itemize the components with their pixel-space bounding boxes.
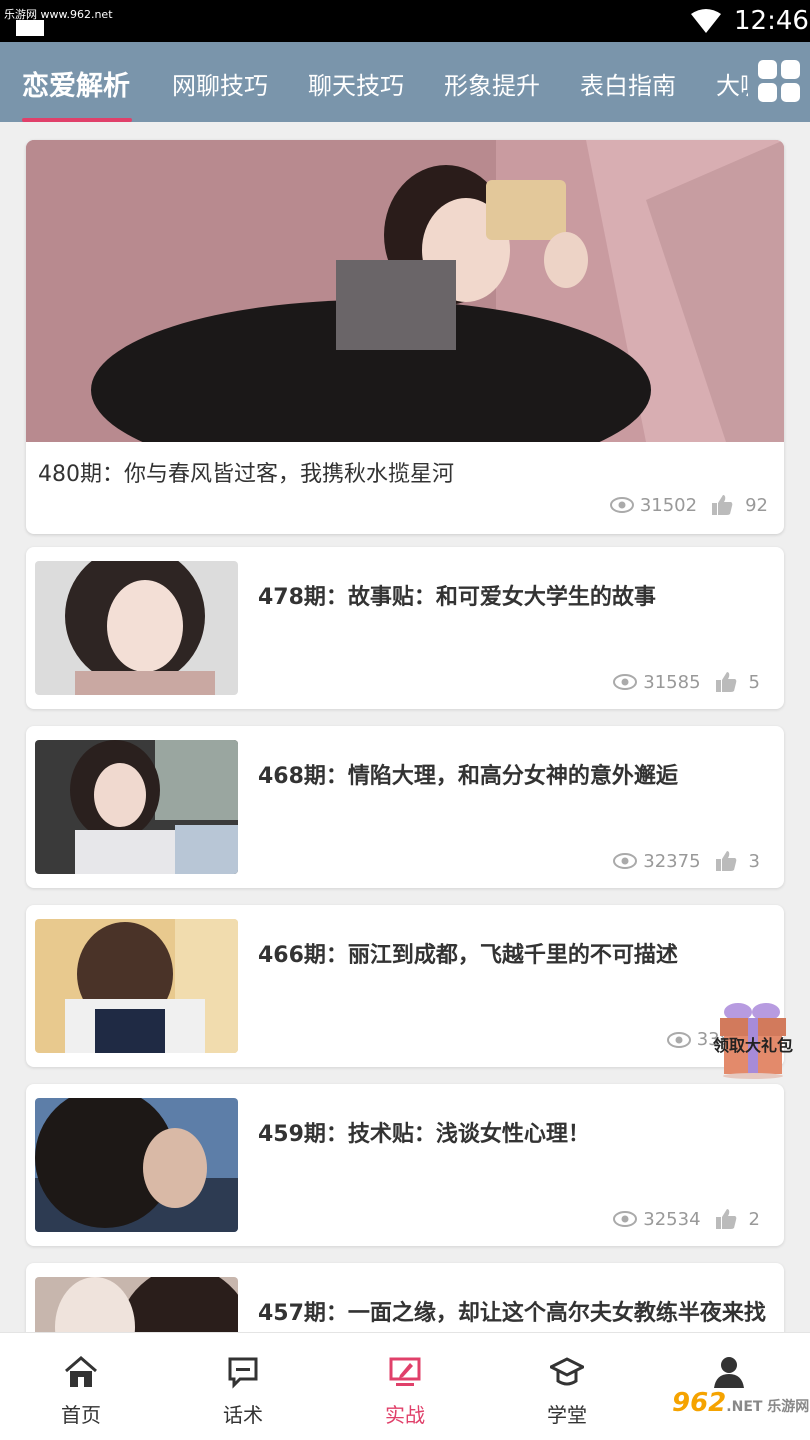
nav-practice[interactable]: 实战: [324, 1333, 486, 1440]
nav-school[interactable]: 学堂: [486, 1333, 648, 1440]
article-stats: 32534 2: [613, 1208, 760, 1230]
status-bar: 乐游网 www.962.net 12:46: [0, 0, 810, 42]
article-card[interactable]: 468期：情陷大理，和高分女神的意外邂逅 32375 3: [26, 726, 784, 888]
article-list: 480期：你与春风皆过客，我携秋水揽星河 31502 92 478期：故事贴：和…: [0, 122, 810, 1332]
article-title: 478期：故事贴：和可爱女大学生的故事: [258, 585, 656, 610]
eye-icon: [666, 1031, 691, 1048]
article-card[interactable]: 466期：丽江到成都，飞越千里的不可描述 33822: [26, 905, 784, 1067]
nav-scripts[interactable]: 话术: [162, 1333, 324, 1440]
views-count: 31585: [643, 671, 701, 693]
article-thumbnail: [35, 740, 238, 874]
article-card[interactable]: 478期：故事贴：和可爱女大学生的故事 31585 5: [26, 547, 784, 709]
eye-icon: [609, 497, 634, 513]
practice-icon: [389, 1357, 421, 1386]
home-icon: [65, 1356, 97, 1387]
tab-online-chat-skills[interactable]: 网聊技巧: [172, 66, 268, 101]
likes-count: 2: [748, 1208, 760, 1230]
tab-chat-skills[interactable]: 聊天技巧: [308, 66, 404, 101]
nav-home[interactable]: 首页: [0, 1333, 162, 1440]
article-title: 459期：技术贴：浅谈女性心理！: [258, 1122, 590, 1147]
nav-home-label: 首页: [61, 1403, 101, 1427]
eye-icon: [613, 853, 638, 869]
article-title: 466期：丽江到成都，飞越千里的不可描述: [258, 943, 678, 968]
user-icon: [714, 1357, 744, 1388]
nav-profile[interactable]: [648, 1333, 810, 1440]
site-logo-watermark: 962.NET 乐游网: [672, 1388, 810, 1418]
nav-practice-label: 实战: [385, 1403, 425, 1427]
eye-icon: [613, 1211, 638, 1227]
likes-count: 92: [745, 494, 768, 516]
article-title: 468期：情陷大理，和高分女神的意外邂逅: [258, 764, 678, 789]
article-title: 457期：一面之缘，却让这个高尔夫女教练半夜来找我: [258, 1301, 766, 1326]
all-categories-button[interactable]: [748, 42, 810, 122]
article-stats: 31585 5: [613, 671, 760, 693]
article-thumbnail: [35, 919, 238, 1053]
chat-icon: [228, 1357, 258, 1389]
thumbs-up-icon[interactable]: [715, 671, 737, 693]
nav-scripts-label: 话术: [223, 1403, 263, 1427]
article-card[interactable]: 457期：一面之缘，却让这个高尔夫女教练半夜来找我: [26, 1263, 784, 1332]
nav-school-label: 学堂: [547, 1403, 587, 1427]
gift-package-label: 领取大礼包: [712, 1036, 793, 1055]
views-count: 32534: [643, 1208, 701, 1230]
featured-article-stats: 31502 92: [609, 494, 768, 516]
tab-image-upgrade[interactable]: 形象提升: [444, 66, 540, 101]
clock: 12:46: [734, 6, 809, 36]
category-tab-bar: 恋爱解析 网聊技巧 聊天技巧 形象提升 表白指南 大咖: [0, 42, 810, 122]
likes-count: 5: [748, 671, 760, 693]
bottom-navigation: 首页 话术 实战 学堂: [0, 1332, 810, 1440]
notification-icon: [16, 20, 44, 36]
article-thumbnail: [35, 561, 238, 695]
article-card[interactable]: 459期：技术贴：浅谈女性心理！ 32534 2: [26, 1084, 784, 1246]
likes-count: 3: [748, 850, 760, 872]
views-count: 32375: [643, 850, 701, 872]
grid-icon: [758, 60, 777, 79]
wifi-icon: [691, 9, 721, 33]
graduation-cap-icon: [550, 1357, 584, 1386]
thumbs-up-icon[interactable]: [711, 494, 733, 516]
featured-article-title: 480期：你与春风皆过客，我携秋水揽星河: [38, 462, 454, 487]
tab-confession-guide[interactable]: 表白指南: [580, 66, 676, 101]
gift-package-button[interactable]: 领取大礼包: [708, 1000, 798, 1080]
featured-article-card[interactable]: 480期：你与春风皆过客，我携秋水揽星河 31502 92: [26, 140, 784, 534]
thumbs-up-icon[interactable]: [715, 1208, 737, 1230]
featured-article-photo: [26, 140, 784, 442]
thumbs-up-icon[interactable]: [715, 850, 737, 872]
article-stats: 32375 3: [613, 850, 760, 872]
eye-icon: [613, 674, 638, 690]
article-thumbnail: [35, 1277, 238, 1332]
views-count: 31502: [639, 494, 698, 516]
article-thumbnail: [35, 1098, 238, 1232]
tab-love-analysis[interactable]: 恋爱解析: [22, 64, 130, 103]
